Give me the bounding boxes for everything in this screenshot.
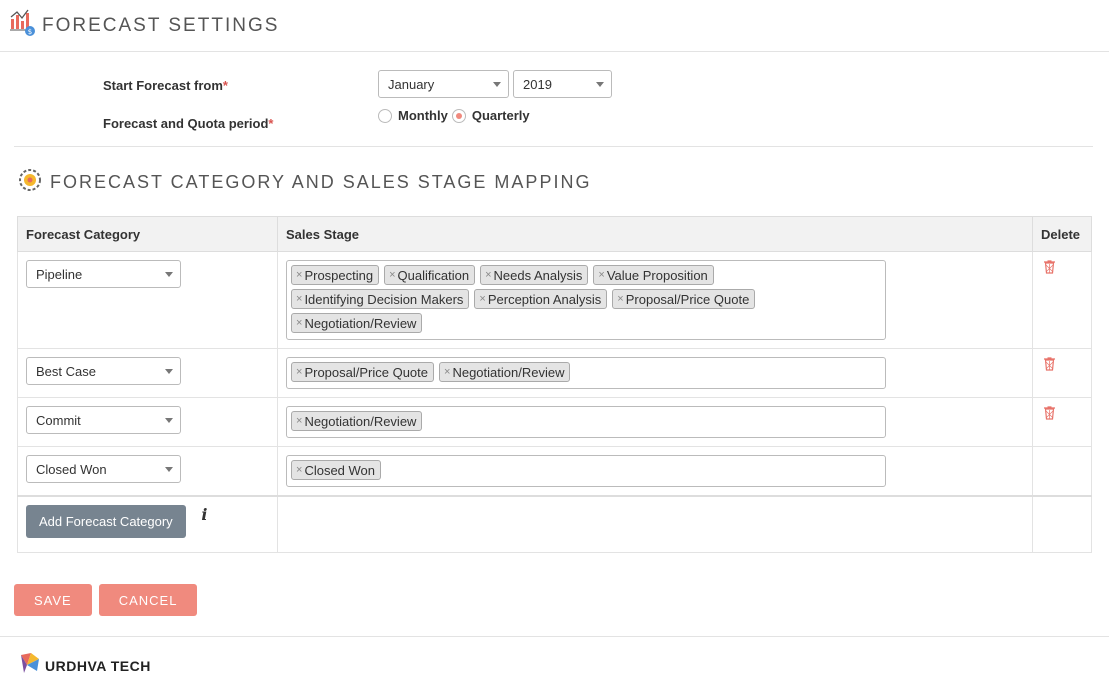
- remove-tag-icon[interactable]: ×: [617, 293, 623, 305]
- remove-tag-icon[interactable]: ×: [296, 317, 302, 329]
- sales-stage-tag: × Proposal/Price Quote: [291, 362, 435, 382]
- sales-stage-tag: × Value Proposition: [593, 265, 714, 285]
- delete-cell: [1032, 397, 1092, 447]
- table-row: Best Case × Proposal/Price Quote × Negotiati…: [17, 348, 1092, 398]
- svg-text:$: $: [28, 28, 32, 36]
- trash-icon[interactable]: [1043, 260, 1056, 277]
- remove-tag-icon[interactable]: ×: [444, 366, 450, 378]
- column-header-sales-stage: Sales Stage: [277, 216, 1033, 252]
- remove-tag-icon[interactable]: ×: [296, 269, 302, 281]
- page-title: FORECAST SETTINGS: [42, 14, 280, 36]
- radio-monthly-label: Monthly: [398, 108, 448, 123]
- empty-cell: [277, 495, 1033, 553]
- forecast-category-cell: Commit: [17, 397, 278, 447]
- sales-stage-tag: × Perception Analysis: [474, 289, 608, 309]
- chevron-down-icon: [165, 418, 173, 423]
- start-year-select[interactable]: 2019: [513, 70, 612, 98]
- form-actions: SAVE CANCEL: [14, 584, 204, 616]
- sales-stage-cell: × Negotiation/Review: [277, 397, 1033, 447]
- sales-stage-tag: × Negotiation/Review: [439, 362, 571, 382]
- save-button[interactable]: SAVE: [14, 584, 92, 616]
- info-icon[interactable]: i: [201, 505, 207, 524]
- delete-cell: [1032, 348, 1092, 398]
- radio-quarterly-label: Quarterly: [471, 108, 530, 123]
- sales-stage-tag: × Negotiation/Review: [291, 411, 423, 431]
- table-row: Closed Won × Closed Won: [17, 446, 1092, 497]
- forecast-settings-form: Start Forecast from* January 2019 Foreca…: [14, 52, 1093, 147]
- sales-stage-tag: × Qualification: [384, 265, 476, 285]
- add-category-row: Add Forecast Category i: [17, 495, 1092, 553]
- column-header-forecast-category: Forecast Category: [17, 216, 278, 252]
- radio-quarterly[interactable]: [451, 108, 466, 123]
- sales-stage-cell: × Closed Won: [277, 446, 1033, 497]
- footer-brand: URDHVA TECH: [45, 657, 151, 674]
- remove-tag-icon[interactable]: ×: [296, 464, 302, 476]
- sales-stage-multiselect[interactable]: × Proposal/Price Quote × Negotiation/Review: [286, 357, 886, 389]
- sales-stage-tag: × Negotiation/Review: [291, 313, 423, 333]
- chevron-down-icon: [165, 467, 173, 472]
- add-category-cell: Add Forecast Category i: [17, 495, 278, 553]
- delete-cell: [1032, 446, 1092, 497]
- sales-stage-tag: × Needs Analysis: [480, 265, 589, 285]
- trash-icon[interactable]: [1043, 357, 1056, 374]
- forecast-category-select[interactable]: Commit: [26, 406, 181, 434]
- cancel-button[interactable]: CANCEL: [98, 584, 198, 616]
- chevron-down-icon: [493, 82, 501, 87]
- remove-tag-icon[interactable]: ×: [479, 293, 485, 305]
- forecast-category-select[interactable]: Best Case: [26, 357, 181, 385]
- delete-cell: [1032, 251, 1092, 349]
- page-header: $ FORECAST SETTINGS: [0, 0, 1109, 52]
- sales-stage-cell: × Prospecting × Qualification × Needs Analysi…: [277, 251, 1033, 349]
- sales-stage-tag: × Prospecting: [291, 265, 380, 285]
- target-gear-icon: [18, 168, 42, 197]
- remove-tag-icon[interactable]: ×: [598, 269, 604, 281]
- period-radio-group: Monthly Quarterly: [378, 108, 530, 123]
- mapping-table: Forecast Category Sales Stage Delete Pip…: [17, 216, 1092, 553]
- start-month-select[interactable]: January: [378, 70, 509, 98]
- trash-icon[interactable]: [1043, 406, 1056, 423]
- table-row: Pipeline × Prospecting × Qualification × Needs…: [17, 251, 1092, 349]
- chevron-down-icon: [165, 272, 173, 277]
- urdhva-logo-icon: [19, 651, 41, 680]
- forecast-category-cell: Best Case: [17, 348, 278, 398]
- chevron-down-icon: [596, 82, 604, 87]
- remove-tag-icon[interactable]: ×: [389, 269, 395, 281]
- forecast-category-select[interactable]: Pipeline: [26, 260, 181, 288]
- forecast-chart-icon: $: [10, 9, 36, 42]
- forecast-category-cell: Closed Won: [17, 446, 278, 497]
- remove-tag-icon[interactable]: ×: [296, 293, 302, 305]
- add-forecast-category-button[interactable]: Add Forecast Category: [26, 505, 186, 538]
- sales-stage-tag: × Identifying Decision Makers: [291, 289, 470, 309]
- mapping-section-title: FORECAST CATEGORY AND SALES STAGE MAPPIN…: [50, 172, 592, 192]
- remove-tag-icon[interactable]: ×: [296, 366, 302, 378]
- table-header-row: Forecast Category Sales Stage Delete: [17, 216, 1092, 252]
- radio-monthly[interactable]: [378, 108, 392, 123]
- period-label: Forecast and Quota period*: [103, 116, 274, 131]
- forecast-category-cell: Pipeline: [17, 251, 278, 349]
- empty-cell: [1032, 495, 1092, 553]
- remove-tag-icon[interactable]: ×: [485, 269, 491, 281]
- required-mark: *: [222, 78, 228, 93]
- forecast-category-select[interactable]: Closed Won: [26, 455, 181, 483]
- required-mark: *: [268, 116, 274, 131]
- table-row: Commit × Negotiation/Review: [17, 397, 1092, 447]
- sales-stage-multiselect[interactable]: × Prospecting × Qualification × Needs Analysi…: [286, 260, 886, 340]
- page-footer: URDHVA TECH: [0, 636, 1109, 694]
- column-header-delete: Delete: [1032, 216, 1092, 252]
- sales-stage-multiselect[interactable]: × Closed Won: [286, 455, 886, 487]
- chevron-down-icon: [165, 369, 173, 374]
- mapping-section-header: FORECAST CATEGORY AND SALES STAGE MAPPIN…: [18, 168, 591, 197]
- sales-stage-multiselect[interactable]: × Negotiation/Review: [286, 406, 886, 438]
- remove-tag-icon[interactable]: ×: [296, 415, 302, 427]
- sales-stage-tag: × Proposal/Price Quote: [612, 289, 756, 309]
- start-forecast-label: Start Forecast from*: [103, 78, 228, 93]
- sales-stage-cell: × Proposal/Price Quote × Negotiation/Review: [277, 348, 1033, 398]
- sales-stage-tag: × Closed Won: [291, 460, 382, 480]
